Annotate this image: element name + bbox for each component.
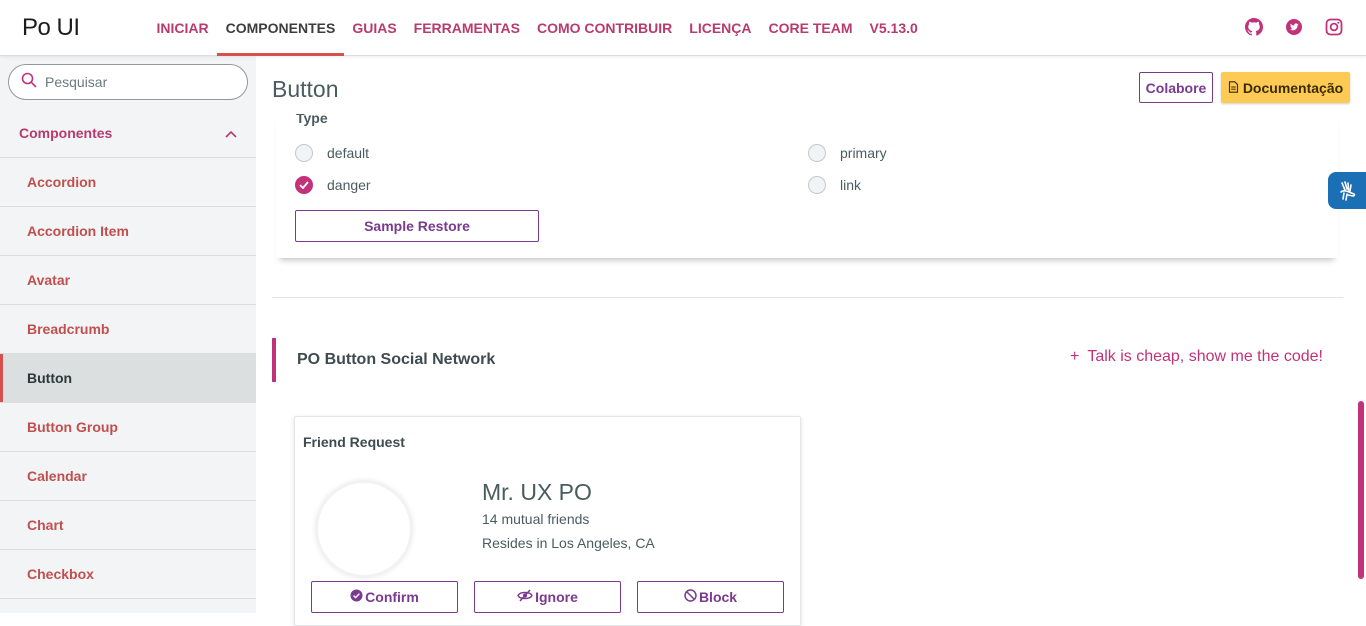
documentation-label: Documentação [1242, 79, 1344, 96]
block-button[interactable]: Block [637, 581, 784, 613]
sidebar-item-accordion[interactable]: Accordion [0, 158, 256, 207]
sidebar-item-avatar[interactable]: Avatar [0, 256, 256, 305]
plus-icon: + [1069, 348, 1080, 365]
nav-item-version[interactable]: V5.13.0 [861, 0, 926, 56]
ignore-label: Ignore [535, 589, 578, 605]
friend-name: Mr. UX PO [482, 479, 592, 505]
page-title: Button [272, 76, 339, 102]
social-links [1244, 17, 1344, 37]
radio-danger[interactable]: danger [295, 176, 371, 194]
top-header: Po UI INICIAR COMPONENTES GUIAS FERRAMEN… [0, 0, 1366, 56]
sidebar-item-button[interactable]: Button [0, 354, 256, 403]
sidebar-menu: Componentes Accordion Accordion Item Ava… [0, 108, 256, 599]
eye-off-icon [517, 589, 533, 605]
mutual-friends: 14 mutual friends [482, 511, 590, 527]
section-title: PO Button Social Network [297, 351, 496, 368]
type-label: Type [296, 114, 328, 126]
radio-default[interactable]: default [295, 144, 369, 162]
confirm-label: Confirm [365, 589, 419, 605]
sidebar-group-label: Componentes [19, 124, 113, 141]
show-code-label: Talk is cheap, show me the code! [1087, 348, 1323, 365]
search-box [8, 64, 248, 100]
sidebar-item-checkbox[interactable]: Checkbox [0, 550, 256, 599]
radio-link[interactable]: link [808, 176, 861, 194]
resides-in: Resides in Los Angeles, CA [482, 535, 655, 551]
sidebar-item-accordion-item[interactable]: Accordion Item [0, 207, 256, 256]
section-accent-bar [272, 338, 276, 382]
documentation-button[interactable]: Documentação [1221, 72, 1350, 103]
radio-label: danger [327, 177, 371, 193]
main-content: Button Colabore Documentação Type defaul… [256, 56, 1366, 626]
friend-request-card: Friend Request Mr. UX PO 14 mutual frien… [294, 416, 801, 626]
friend-card-title: Friend Request [303, 434, 405, 450]
sidebar-item-chart[interactable]: Chart [0, 501, 256, 550]
main-nav: INICIAR COMPONENTES GUIAS FERRAMENTAS CO… [148, 0, 926, 56]
instagram-icon[interactable] [1324, 17, 1344, 37]
document-icon [1228, 80, 1239, 96]
page-scrollbar-thumb[interactable] [1358, 401, 1364, 579]
search-icon [21, 72, 37, 93]
radio-circle [295, 144, 313, 162]
sidebar-group-componentes[interactable]: Componentes [0, 108, 256, 158]
sidebar-item-button-group[interactable]: Button Group [0, 403, 256, 452]
sample-card: Type default primary danger link Sample … [276, 114, 1338, 258]
nav-item-licenca[interactable]: LICENÇA [681, 0, 760, 56]
radio-circle [808, 176, 826, 194]
radio-primary[interactable]: primary [808, 144, 887, 162]
chevron-up-icon [225, 125, 237, 141]
accessibility-sign-language-icon[interactable] [1328, 172, 1366, 209]
nav-item-componentes[interactable]: COMPONENTES [217, 0, 344, 56]
nav-item-guias[interactable]: GUIAS [344, 0, 405, 56]
radio-circle [808, 144, 826, 162]
ignore-button[interactable]: Ignore [474, 581, 621, 613]
radio-label: link [840, 177, 862, 193]
block-label: Block [698, 589, 738, 605]
check-circle-icon [350, 589, 363, 605]
check-icon [295, 176, 313, 194]
show-code-link[interactable]: + Talk is cheap, show me the code! [1070, 348, 1323, 366]
avatar [316, 481, 412, 577]
twitter-icon[interactable] [1284, 17, 1304, 37]
block-icon [684, 589, 697, 605]
colabore-button[interactable]: Colabore [1139, 72, 1213, 103]
section-divider [272, 297, 1343, 298]
sidebar: Componentes Accordion Accordion Item Ava… [0, 56, 256, 613]
nav-item-ferramentas[interactable]: FERRAMENTAS [405, 0, 528, 56]
radio-label: primary [840, 145, 887, 161]
confirm-button[interactable]: Confirm [311, 581, 458, 613]
nav-item-como-contribuir[interactable]: COMO CONTRIBUIR [528, 0, 680, 56]
app-logo[interactable]: Po UI [22, 14, 80, 42]
sidebar-item-breadcrumb[interactable]: Breadcrumb [0, 305, 256, 354]
nav-item-iniciar[interactable]: INICIAR [148, 0, 217, 56]
sample-restore-button[interactable]: Sample Restore [295, 210, 539, 242]
radio-label: default [327, 145, 370, 161]
nav-item-core-team[interactable]: CORE TEAM [760, 0, 861, 56]
search-input[interactable] [45, 74, 225, 90]
sidebar-item-calendar[interactable]: Calendar [0, 452, 256, 501]
github-icon[interactable] [1244, 17, 1264, 37]
